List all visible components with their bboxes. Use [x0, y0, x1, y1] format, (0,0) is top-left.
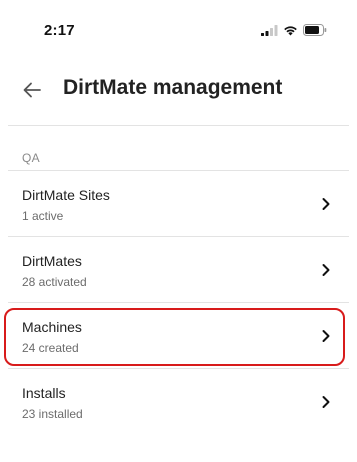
chevron-right-icon [322, 330, 330, 342]
list-item-subtitle: 24 created [22, 341, 79, 355]
app-header: DirtMate management [0, 70, 357, 110]
status-bar: 2:17 [0, 0, 357, 56]
list-item-title: DirtMates [22, 253, 82, 269]
list-item-subtitle: 28 activated [22, 275, 87, 289]
chevron-right-icon [322, 198, 330, 210]
arrow-left-icon [23, 82, 41, 98]
status-icons [261, 24, 327, 36]
list-item-dirtmate-sites[interactable]: DirtMate Sites 1 active [8, 170, 349, 236]
chevron-right-icon [322, 264, 330, 276]
cellular-signal-icon [261, 24, 278, 36]
list-item-subtitle: 23 installed [22, 407, 83, 421]
header-divider [8, 125, 349, 126]
list-item-title: Installs [22, 385, 66, 401]
battery-icon [303, 24, 327, 36]
list-item-machines[interactable]: Machines 24 created [8, 302, 349, 368]
status-time: 2:17 [44, 22, 75, 39]
list-item-dirtmates[interactable]: DirtMates 28 activated [8, 236, 349, 302]
list-item-title: DirtMate Sites [22, 187, 110, 203]
management-list: DirtMate Sites 1 active DirtMates 28 act… [8, 170, 349, 434]
section-label: QA [22, 151, 40, 165]
list-item-title: Machines [22, 319, 82, 335]
screen: 2:17 DirtMate management QA DirtMate Sit… [0, 0, 357, 462]
list-item-subtitle: 1 active [22, 209, 64, 223]
list-item-installs[interactable]: Installs 23 installed [8, 368, 349, 434]
wifi-icon [284, 25, 297, 35]
chevron-right-icon [322, 396, 330, 408]
page-title: DirtMate management [63, 76, 283, 99]
back-button[interactable] [20, 78, 44, 102]
